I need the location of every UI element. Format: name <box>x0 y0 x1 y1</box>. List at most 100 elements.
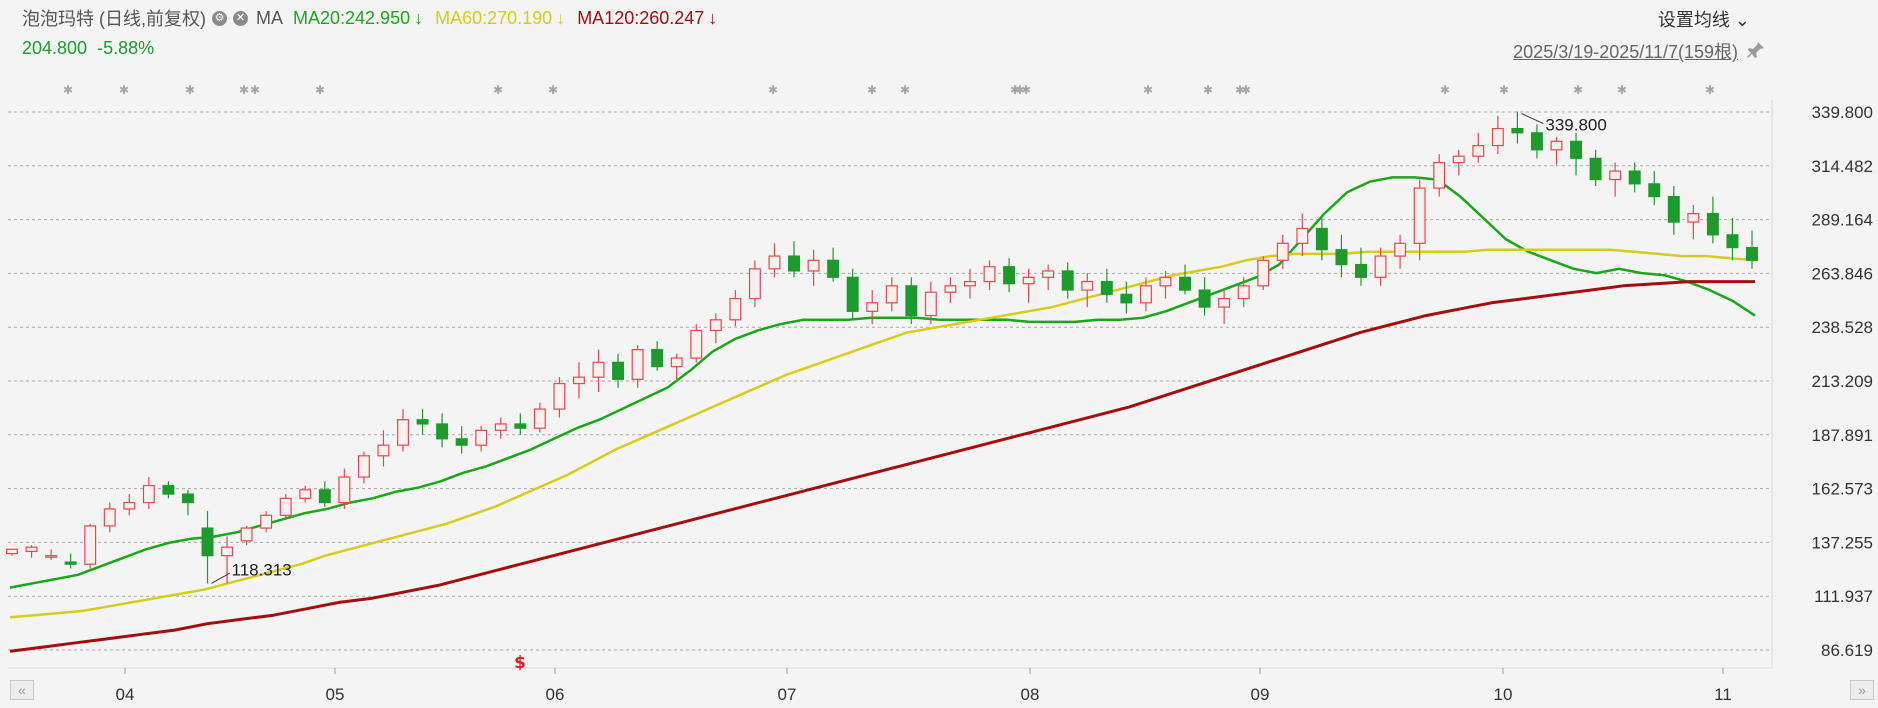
candle-body <box>260 514 273 529</box>
kline-chart: 339.800 314.482 289.164 263.846 238.528 213.2… <box>6 83 1873 704</box>
y-tick-label: 213.209 <box>1812 372 1873 391</box>
candle-body <box>866 302 879 312</box>
candle-body <box>1628 170 1641 185</box>
event-marker-icon: ✱ <box>250 83 260 97</box>
candle-body <box>1159 276 1172 287</box>
candle <box>1003 258 1016 293</box>
candle <box>1706 196 1719 244</box>
candle <box>436 413 449 448</box>
candle <box>1550 137 1563 165</box>
candle <box>494 417 507 439</box>
candle <box>416 409 429 435</box>
candle-body <box>1706 212 1719 236</box>
scroll-right-icon[interactable]: » <box>1850 680 1874 700</box>
candle <box>84 523 97 569</box>
event-marker-icon: ✱ <box>63 83 73 97</box>
candle <box>690 324 703 363</box>
y-tick-label: 314.482 <box>1812 157 1873 176</box>
event-marker-icon: ✱ <box>185 83 195 97</box>
candle <box>1570 132 1583 176</box>
candle-body <box>1139 285 1152 304</box>
candle <box>670 353 683 380</box>
candle-body <box>1746 246 1758 261</box>
candle <box>1257 256 1270 291</box>
candle-body <box>1609 170 1622 181</box>
candle <box>1433 154 1446 197</box>
candle <box>6 548 18 556</box>
event-marker-icon: ✱ <box>548 83 558 97</box>
candle <box>514 413 527 435</box>
dividend-marker-icon: $ <box>514 653 526 673</box>
event-marker-icon: ✱ <box>1617 83 1627 97</box>
candle-body <box>748 268 761 300</box>
candle-body <box>1198 289 1211 308</box>
candle <box>1022 268 1035 303</box>
candle <box>983 260 996 291</box>
candle-body <box>181 493 194 504</box>
candle <box>748 260 761 308</box>
candle <box>1042 264 1055 291</box>
candle-body <box>1726 234 1739 249</box>
candle <box>1667 185 1680 235</box>
candle <box>1726 217 1739 261</box>
candle-body <box>1100 280 1113 295</box>
candle <box>318 481 331 507</box>
candle <box>1081 273 1094 308</box>
candle-body <box>612 361 625 380</box>
event-marker-icon: ✱ <box>1573 83 1583 97</box>
candle-body <box>1003 266 1016 285</box>
high-annotation-arrow <box>1521 113 1544 125</box>
candle-body <box>279 497 292 516</box>
candle <box>142 477 155 509</box>
event-marker-icon: ✱ <box>315 83 325 97</box>
candle-body <box>1042 270 1055 278</box>
candle <box>1100 268 1113 303</box>
candle <box>1394 234 1407 269</box>
candle-body <box>1394 242 1407 257</box>
candle <box>1374 247 1387 286</box>
candle-body <box>1550 140 1563 151</box>
candle <box>1335 234 1348 278</box>
candle <box>338 468 351 509</box>
candle-body <box>1589 157 1602 181</box>
candle-body <box>142 484 155 504</box>
candle-body <box>807 259 820 272</box>
candle-body <box>709 319 722 332</box>
candle-body <box>201 527 214 557</box>
candle <box>1628 162 1641 193</box>
candle <box>944 277 957 303</box>
x-tick-label: 07 <box>778 685 797 704</box>
candle-body <box>1355 263 1367 278</box>
y-tick-label: 263.846 <box>1812 264 1873 283</box>
candle-body <box>221 546 234 557</box>
candle-body <box>1687 212 1700 223</box>
event-marker-icon: ✱ <box>1021 83 1031 97</box>
candle-body <box>592 361 605 378</box>
candle <box>1609 162 1622 197</box>
candle-body <box>1296 227 1309 244</box>
candle-body <box>1452 155 1465 164</box>
candle-body <box>690 329 703 359</box>
x-tick-label: 10 <box>1494 685 1513 704</box>
candle-body <box>1472 144 1485 157</box>
candle-body <box>64 561 77 565</box>
candle-body <box>455 438 468 446</box>
scroll-left-icon[interactable]: « <box>10 680 34 700</box>
candle <box>788 241 800 278</box>
candle-body <box>1667 195 1680 223</box>
candle-body <box>631 348 644 380</box>
ma120-line <box>9 280 1755 653</box>
candle <box>181 489 194 516</box>
candle-body <box>1491 127 1504 147</box>
candle <box>1198 277 1211 316</box>
high-annotation-label: 339.800 <box>1545 116 1606 135</box>
candle-body <box>123 501 136 510</box>
candle-body <box>1276 242 1289 261</box>
candle-body <box>475 429 488 446</box>
candle <box>475 426 488 452</box>
candle-body <box>1257 259 1270 287</box>
candle <box>45 549 58 560</box>
y-tick-label: 137.255 <box>1812 533 1873 552</box>
y-tick-label: 187.891 <box>1812 426 1873 445</box>
candle <box>1511 111 1524 144</box>
